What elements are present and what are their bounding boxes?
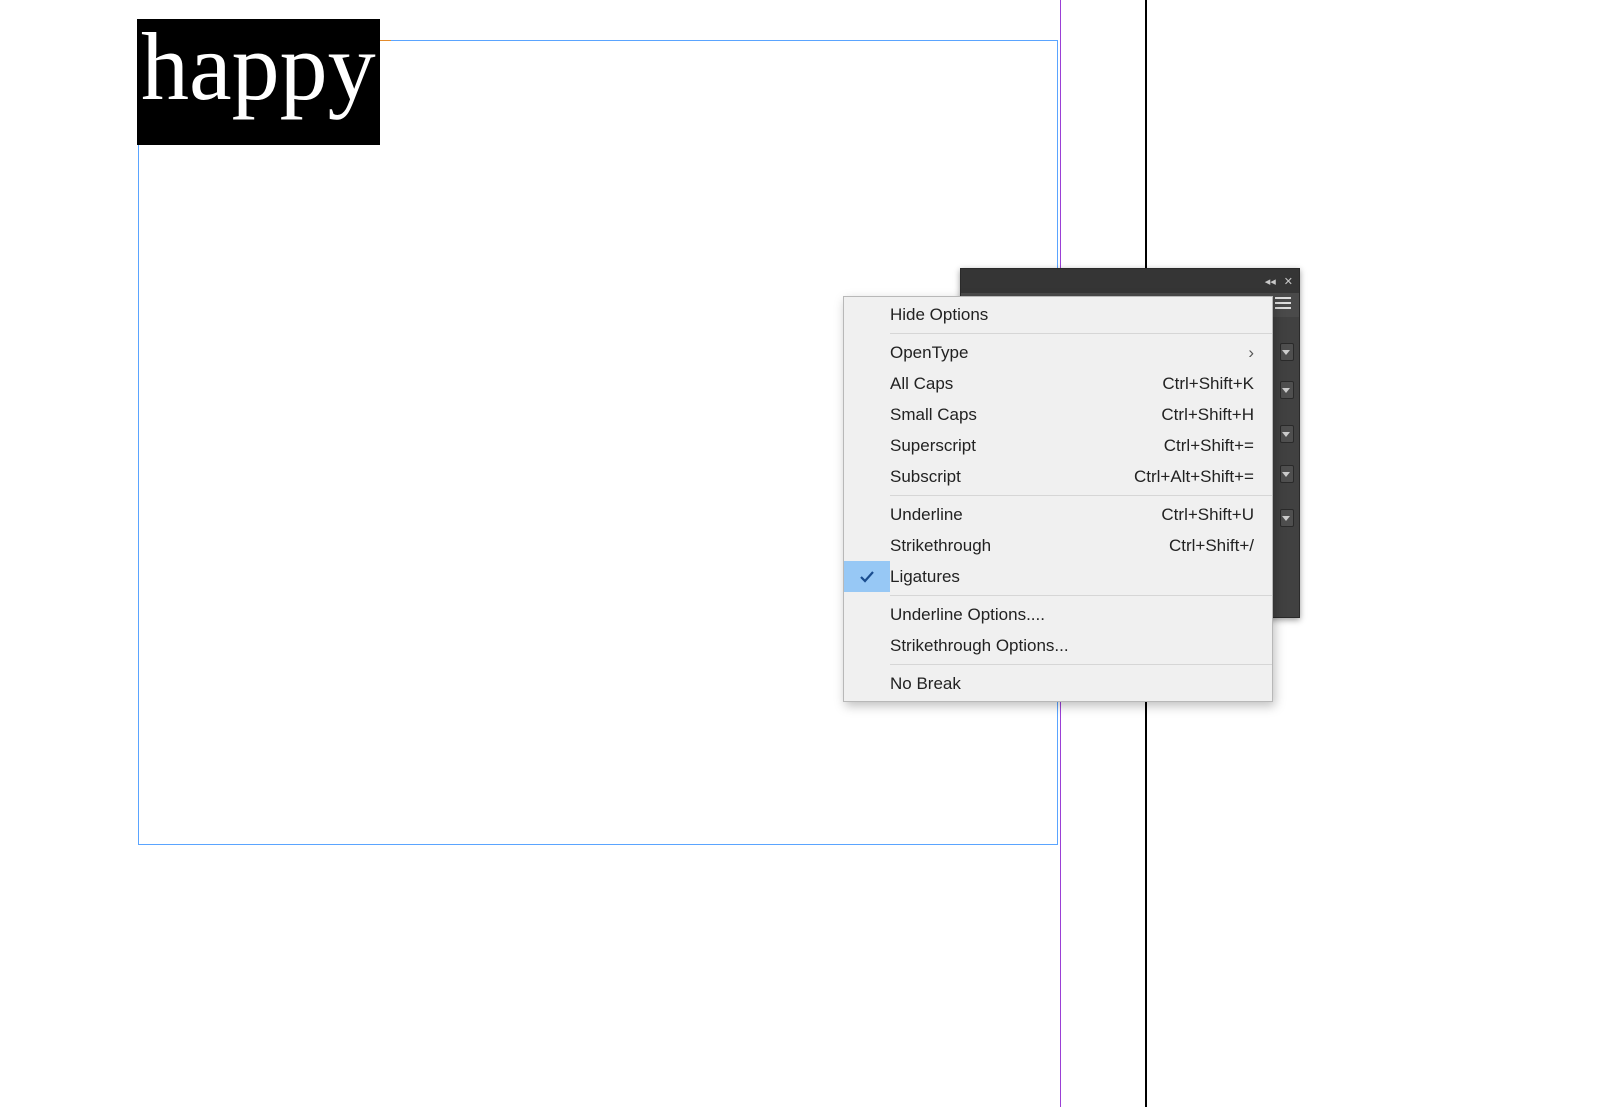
menu-item-label: Hide Options — [890, 305, 1254, 325]
menu-item-subscript[interactable]: SubscriptCtrl+Alt+Shift+= — [844, 461, 1272, 492]
panel-menu-icon[interactable] — [1271, 294, 1295, 316]
menu-item-label: Ligatures — [890, 567, 1254, 587]
menu-item-superscript[interactable]: SuperscriptCtrl+Shift+= — [844, 430, 1272, 461]
chevron-right-icon: › — [1240, 343, 1254, 363]
character-context-menu: Hide OptionsOpenType›All CapsCtrl+Shift+… — [843, 296, 1273, 702]
menu-item-shortcut: Ctrl+Shift+U — [1161, 505, 1254, 525]
check-icon — [844, 399, 890, 430]
menu-item-shortcut: Ctrl+Shift+= — [1164, 436, 1254, 456]
menu-separator — [890, 495, 1272, 496]
menu-item-small-caps[interactable]: Small CapsCtrl+Shift+H — [844, 399, 1272, 430]
check-icon — [844, 530, 890, 561]
check-icon — [844, 499, 890, 530]
menu-item-shortcut: Ctrl+Alt+Shift+= — [1134, 467, 1254, 487]
menu-separator — [890, 595, 1272, 596]
menu-item-shortcut: Ctrl+Shift+/ — [1169, 536, 1254, 556]
menu-item-underline-options[interactable]: Underline Options.... — [844, 599, 1272, 630]
check-icon — [844, 337, 890, 368]
panel-dropdown-peek[interactable] — [1280, 425, 1294, 443]
check-icon — [844, 561, 890, 592]
menu-item-label: Strikethrough Options... — [890, 636, 1254, 656]
menu-item-all-caps[interactable]: All CapsCtrl+Shift+K — [844, 368, 1272, 399]
check-icon — [844, 299, 890, 330]
panel-header: ◂◂ ✕ — [961, 269, 1299, 293]
check-icon — [844, 630, 890, 661]
menu-item-label: OpenType — [890, 343, 1240, 363]
menu-item-opentype[interactable]: OpenType› — [844, 337, 1272, 368]
menu-item-label: All Caps — [890, 374, 1162, 394]
menu-item-label: Superscript — [890, 436, 1164, 456]
close-icon[interactable]: ✕ — [1284, 275, 1293, 288]
collapse-icon[interactable]: ◂◂ — [1265, 275, 1276, 288]
menu-item-ligatures[interactable]: Ligatures — [844, 561, 1272, 592]
menu-item-label: Underline Options.... — [890, 605, 1254, 625]
menu-item-underline[interactable]: UnderlineCtrl+Shift+U — [844, 499, 1272, 530]
check-icon — [844, 668, 890, 699]
menu-item-shortcut: Ctrl+Shift+K — [1162, 374, 1254, 394]
menu-item-label: Subscript — [890, 467, 1134, 487]
menu-separator — [890, 333, 1272, 334]
menu-item-strikethrough-options[interactable]: Strikethrough Options... — [844, 630, 1272, 661]
panel-dropdown-peek[interactable] — [1280, 465, 1294, 483]
menu-item-strikethrough[interactable]: StrikethroughCtrl+Shift+/ — [844, 530, 1272, 561]
check-icon — [844, 430, 890, 461]
menu-item-hide-options[interactable]: Hide Options — [844, 299, 1272, 330]
menu-item-label: No Break — [890, 674, 1254, 694]
selected-text[interactable]: happy — [137, 19, 380, 145]
check-icon — [844, 368, 890, 399]
check-icon — [844, 461, 890, 492]
panel-dropdown-peek[interactable] — [1280, 343, 1294, 361]
check-icon — [844, 599, 890, 630]
panel-dropdown-peek[interactable] — [1280, 509, 1294, 527]
menu-item-label: Small Caps — [890, 405, 1161, 425]
menu-item-shortcut: Ctrl+Shift+H — [1161, 405, 1254, 425]
menu-item-label: Underline — [890, 505, 1161, 525]
menu-separator — [890, 664, 1272, 665]
menu-item-label: Strikethrough — [890, 536, 1169, 556]
panel-dropdown-peek[interactable] — [1280, 381, 1294, 399]
menu-item-no-break[interactable]: No Break — [844, 668, 1272, 699]
